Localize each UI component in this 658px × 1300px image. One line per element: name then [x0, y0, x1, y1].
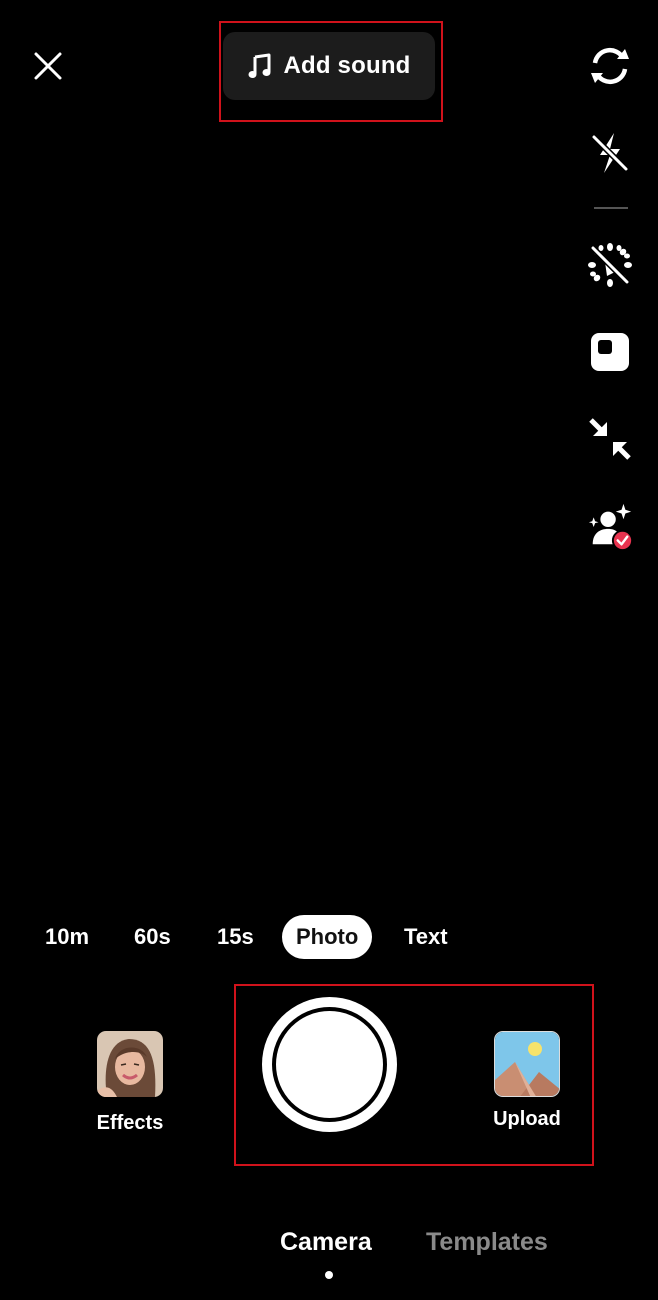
retouch-button[interactable]: [585, 502, 635, 552]
upload-button[interactable]: [494, 1031, 560, 1097]
capture-button-core[interactable]: [276, 1011, 383, 1118]
effects-button[interactable]: [97, 1031, 163, 1097]
collapse-button[interactable]: [585, 414, 635, 464]
flip-camera-button[interactable]: [585, 41, 635, 91]
active-tab-indicator: [325, 1271, 333, 1279]
mode-60s[interactable]: 60s: [134, 915, 171, 959]
effects-portrait-icon: [97, 1031, 163, 1097]
flash-off-icon: [591, 133, 629, 173]
close-icon: [34, 52, 62, 80]
tab-camera[interactable]: Camera: [280, 1228, 372, 1257]
upload-thumbnail: [494, 1031, 560, 1097]
retouch-user-icon: [588, 503, 634, 552]
rail-divider: [594, 207, 628, 209]
mode-selector: 10m 60s 15s Photo Text: [0, 915, 658, 959]
mode-10m[interactable]: 10m: [45, 915, 89, 959]
effects-label: Effects: [96, 1112, 164, 1134]
collapse-icon: [589, 418, 631, 460]
effects-thumbnail: [97, 1031, 163, 1097]
enhance-button[interactable]: [585, 240, 635, 290]
add-sound-label: Add sound: [283, 52, 411, 79]
flash-button[interactable]: [585, 128, 635, 178]
mode-text[interactable]: Text: [404, 915, 448, 959]
gallery-icon: [495, 1032, 559, 1096]
upload-label: Upload: [493, 1108, 561, 1130]
close-button[interactable]: [30, 48, 66, 84]
beauty-off-icon: [588, 243, 632, 287]
filters-button[interactable]: [585, 327, 635, 377]
flip-camera-icon: [591, 47, 629, 85]
filters-icon: [591, 333, 629, 371]
music-note-icon: [248, 53, 271, 78]
mode-15s[interactable]: 15s: [217, 915, 254, 959]
tab-templates[interactable]: Templates: [426, 1228, 548, 1257]
add-sound-button[interactable]: Add sound: [223, 32, 435, 100]
mode-photo[interactable]: Photo: [282, 915, 373, 959]
